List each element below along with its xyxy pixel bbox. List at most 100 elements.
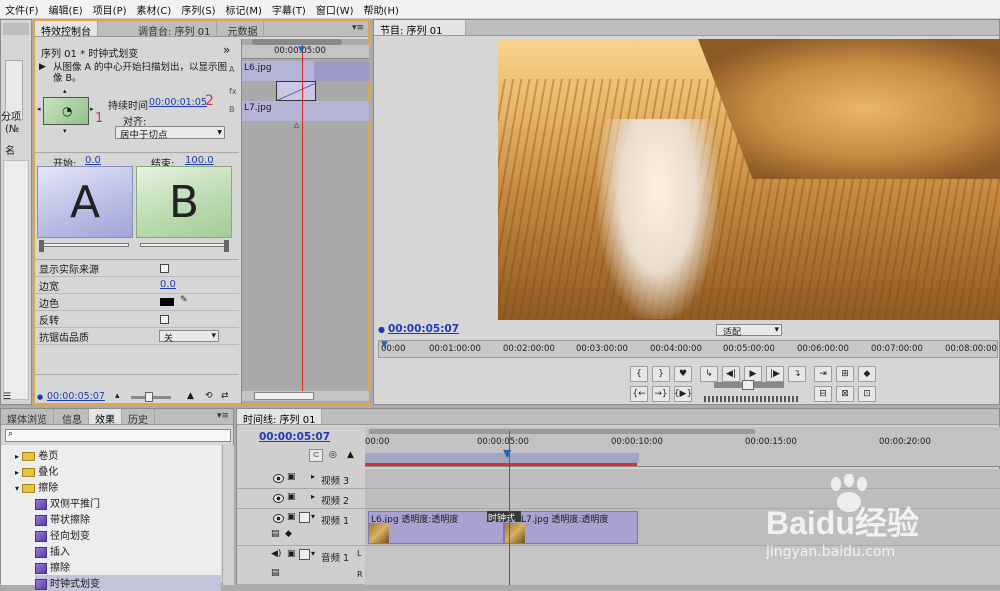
program-timecode[interactable]: 00:00:05:07	[388, 323, 459, 335]
border-color-swatch[interactable]	[160, 298, 174, 306]
tree-item-clock-wipe[interactable]: 时钟式划变	[35, 575, 221, 591]
antialias-dropdown[interactable]: 关 ▾	[159, 330, 219, 344]
snap-icon[interactable]: ⊂	[309, 449, 323, 462]
menu-project[interactable]: 项目(P)	[88, 2, 132, 17]
collapse-track-icon[interactable]: ▾	[311, 512, 315, 521]
tab-effects[interactable]: 效果	[89, 409, 122, 424]
keyframe-icon[interactable]: ◆	[285, 529, 292, 539]
track-lane-video2[interactable]	[365, 489, 1000, 509]
mark-in-button[interactable]: {	[630, 366, 648, 382]
mini-scroll-thumb[interactable]	[254, 392, 314, 400]
end-value[interactable]: 100.0	[185, 155, 214, 166]
tree-folder-wipe[interactable]: ▾ 擦除	[15, 479, 58, 495]
mini-ruler[interactable]: 00:00:05:00	[242, 45, 369, 59]
start-slider-handle[interactable]	[39, 240, 44, 252]
fit-dropdown[interactable]: 适配 ▾	[716, 324, 782, 338]
eyedropper-icon[interactable]: ✎	[180, 295, 188, 305]
go-to-out-button[interactable]: ↴	[788, 366, 806, 382]
program-playhead-handle[interactable]: ▼	[381, 340, 388, 350]
edge-arrow-down-icon[interactable]: ▾	[63, 127, 67, 135]
shuttle-handle[interactable]	[742, 380, 754, 390]
step-back-button[interactable]: ◀|	[722, 366, 740, 382]
reverse-checkbox[interactable]	[160, 315, 169, 324]
mini-transition[interactable]	[276, 81, 316, 101]
step-forward-button[interactable]: |▶	[766, 366, 784, 382]
mark-out-button[interactable]: }	[652, 366, 670, 382]
show-source-checkbox[interactable]	[160, 264, 169, 273]
marker-button[interactable]: ♥	[674, 366, 692, 382]
edge-arrow-up-icon[interactable]: ▴	[63, 87, 67, 95]
track-target-icon[interactable]	[299, 512, 310, 523]
lift-button[interactable]: ⇥	[814, 366, 832, 382]
track-target-icon[interactable]	[299, 549, 310, 560]
play-audio-icon[interactable]: ⟲	[205, 391, 213, 401]
strip-tab[interactable]	[3, 23, 29, 35]
play-preview-icon[interactable]: ▶	[39, 62, 46, 72]
go-to-prev-edit-button[interactable]: {←	[630, 386, 648, 402]
mini-scrollbar[interactable]	[242, 391, 369, 401]
eye-icon[interactable]	[273, 494, 284, 503]
clip-l7[interactable]: L7.jpg 透明度:透明度	[504, 511, 638, 544]
tab-history[interactable]: 历史	[122, 409, 155, 424]
lock-track-icon[interactable]: ▣	[287, 492, 296, 502]
border-width-value[interactable]: 0.0	[160, 279, 176, 290]
edge-arrow-left-icon[interactable]: ◂	[37, 105, 41, 113]
jog-wheel[interactable]	[704, 396, 798, 402]
program-ruler[interactable]: 00:00 00:01:00:00 00:02:00:00 00:03:00:0…	[378, 340, 998, 358]
go-to-next-edit-button[interactable]: →}	[652, 386, 670, 402]
play-in-to-out-button[interactable]: {▶}	[674, 386, 692, 402]
expand-track-icon[interactable]: ▸	[311, 472, 315, 481]
eye-icon[interactable]	[273, 474, 284, 483]
align-dropdown[interactable]: 居中于切点 ▾	[115, 126, 225, 141]
timeline-playhead-handle[interactable]: ▼	[503, 447, 511, 460]
loop-icon[interactable]: ⇄	[221, 391, 229, 401]
set-marker-icon[interactable]: ◎	[329, 450, 337, 460]
overwrite-button[interactable]: ⊟	[814, 386, 832, 402]
collapse-track-icon[interactable]: ▾	[311, 549, 315, 558]
start-slider[interactable]	[41, 243, 129, 247]
track-lane-video3[interactable]	[365, 469, 1000, 489]
display-style-icon[interactable]: ▤	[271, 568, 280, 578]
menu-help[interactable]: 帮助(H)	[359, 2, 404, 17]
mini-playhead-handle[interactable]: ▼	[298, 45, 305, 55]
safe-margins-button[interactable]: ⊞	[836, 366, 854, 382]
tree-item-band-wipe[interactable]: 带状擦除	[35, 511, 90, 527]
tree-item-wipe[interactable]: 擦除	[35, 559, 70, 575]
tree-folder-page-peel[interactable]: ▸ 卷页	[15, 447, 58, 463]
lock-track-icon[interactable]: ▣	[287, 472, 296, 482]
tab-media-browser[interactable]: 媒体浏览	[1, 409, 54, 424]
zoom-slider-handle[interactable]	[145, 392, 153, 402]
menu-marker[interactable]: 标记(M)	[220, 2, 266, 17]
transition-clock-wipe[interactable]: 时钟式	[487, 511, 521, 522]
lock-track-icon[interactable]: ▣	[287, 549, 296, 559]
duration-value[interactable]: 00:00:01:05	[149, 97, 207, 108]
list-view-icon[interactable]: ☰	[3, 392, 11, 402]
transition-thumbnail[interactable]: ◔	[43, 97, 89, 125]
tab-audio-mixer[interactable]: 调音台: 序列 01	[98, 21, 218, 36]
insert-button[interactable]: ⊠	[836, 386, 854, 402]
tab-timeline[interactable]: 时间线: 序列 01	[237, 409, 323, 424]
clip-l6[interactable]: L6.jpg 透明度:透明度	[368, 511, 504, 544]
timeline-ruler[interactable]: 00:00 00:00:05:00 00:00:10:00 00:00:15:0…	[365, 427, 1000, 467]
menu-file[interactable]: 文件(F)	[0, 2, 44, 17]
tab-effect-controls[interactable]: 特效控制台	[35, 21, 98, 36]
timeline-zoom-bar[interactable]	[369, 429, 755, 434]
menu-clip[interactable]: 素材(C)	[132, 2, 177, 17]
export-frame-button[interactable]: ⊡	[858, 386, 876, 402]
speaker-icon[interactable]: ◀)	[271, 549, 281, 559]
menu-title[interactable]: 字幕(T)	[267, 2, 311, 17]
end-slider-handle[interactable]	[224, 240, 229, 252]
lock-track-icon[interactable]: ▣	[287, 512, 296, 522]
tab-info[interactable]: 信息	[54, 409, 89, 424]
link-icon[interactable]: ▲	[347, 450, 354, 460]
timeline-timecode[interactable]: 00:00:05:07	[259, 431, 330, 443]
zoom-out-icon[interactable]: ▴	[115, 391, 120, 401]
tree-item-inset[interactable]: 插入	[35, 543, 70, 559]
menu-edit[interactable]: 编辑(E)	[44, 2, 88, 17]
effects-scrollbar[interactable]	[222, 445, 234, 585]
track-lane-audio1[interactable]	[365, 546, 1000, 585]
tree-item-radial-wipe[interactable]: 径向划变	[35, 527, 90, 543]
panel-menu-icon[interactable]: ▾≡	[352, 23, 364, 33]
output-button[interactable]: ◆	[858, 366, 876, 382]
expand-track-icon[interactable]: ▸	[311, 492, 315, 501]
